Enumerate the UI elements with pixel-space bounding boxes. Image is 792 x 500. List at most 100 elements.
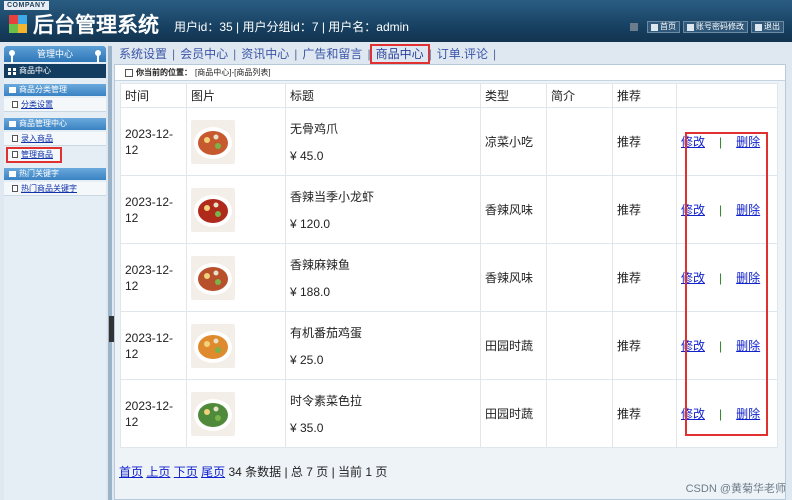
row-recommend: 推荐 — [612, 175, 677, 244]
row-actions: 修改 | 删除 — [676, 175, 778, 244]
edit-link[interactable]: 修改 — [681, 201, 705, 218]
row-recommend: 推荐 — [612, 243, 677, 312]
row-title-cell: 香辣麻辣鱼 ¥ 188.0 — [285, 243, 481, 312]
company-tag: COMPANY — [4, 1, 49, 10]
edit-link[interactable]: 修改 — [681, 269, 705, 286]
product-image — [191, 323, 235, 368]
delete-link[interactable]: 删除 — [736, 133, 760, 150]
table-row: 2023-12-12 香辣麻辣鱼 ¥ 188.0 香辣风味 推荐 修改 | 删除 — [120, 243, 778, 312]
sidebar-section-keywords[interactable]: 热门关键字 — [4, 168, 106, 180]
sidebar-item-hot-keywords[interactable]: 热门商品关键字 — [4, 182, 106, 196]
watermark: CSDN @黄菊华老师 — [685, 483, 786, 495]
row-title-cell: 无骨鸡爪 ¥ 45.0 — [285, 107, 481, 176]
delete-link[interactable]: 删除 — [736, 337, 760, 354]
edit-link[interactable]: 修改 — [681, 133, 705, 150]
tab-system-settings[interactable]: 系统设置 — [114, 45, 172, 63]
sidebar-divider[interactable] — [108, 46, 112, 500]
sidebar-active-module[interactable]: 商品中心 — [4, 64, 106, 78]
home-icon — [651, 23, 658, 31]
row-image-cell — [186, 107, 286, 176]
pin-icon — [95, 50, 101, 63]
table-header-row: 时间 图片 标题 类型 简介 推荐 — [120, 83, 778, 108]
tab-ads-messages[interactable]: 广告和留言 — [297, 45, 367, 63]
action-separator: | — [719, 134, 723, 149]
tab-members[interactable]: 会员中心 — [175, 45, 233, 63]
table-row: 2023-12-12 有机番茄鸡蛋 ¥ 25.0 田园时蔬 推荐 修改 | 删除 — [120, 311, 778, 380]
row-intro — [546, 175, 613, 244]
key-icon — [687, 23, 694, 31]
row-actions: 修改 | 删除 — [676, 243, 778, 312]
row-actions: 修改 | 删除 — [676, 107, 778, 176]
module-tabs: 系统设置 | 会员中心 | 资讯中心 | 广告和留言 | 商品中心 | 订单.评论 | — [112, 44, 792, 64]
row-title-cell: 时令素菜色拉 ¥ 35.0 — [285, 379, 481, 448]
power-icon — [755, 23, 762, 31]
tab-news[interactable]: 资讯中心 — [236, 45, 294, 63]
breadcrumb: 你当前的位置： [商品中心]-[商品列表] — [115, 65, 785, 81]
row-date: 2023-12-12 — [120, 379, 187, 448]
product-price: ¥ 188.0 — [290, 285, 331, 299]
top-header: COMPANY 后台管理系统 用户id：35 | 用户分组id：7 | 用户名：… — [0, 0, 792, 42]
site-title: 后台管理系统 — [33, 13, 159, 37]
checkbox-icon — [125, 68, 133, 77]
product-name: 无骨鸡爪 — [290, 122, 339, 136]
book-icon — [9, 87, 16, 93]
document-icon — [12, 151, 18, 158]
col-actions — [676, 83, 778, 108]
sidebar-item-add-product[interactable]: 录入商品 — [4, 132, 106, 146]
sidebar: 管理中心 商品中心 商品分类管理 分类设置 商品管理中心 录入商品 管理商品 热… — [4, 46, 106, 500]
sidebar-section-products[interactable]: 商品管理中心 — [4, 118, 106, 130]
document-icon — [12, 101, 18, 108]
col-date: 时间 — [120, 83, 187, 108]
delete-link[interactable]: 删除 — [736, 201, 760, 218]
logout-link[interactable]: 退出 — [751, 21, 784, 33]
page-last-link[interactable]: 尾页 — [201, 465, 225, 479]
row-actions: 修改 | 删除 — [676, 379, 778, 448]
change-password-link[interactable]: 账号密码修改 — [683, 21, 748, 33]
table-row: 2023-12-12 无骨鸡爪 ¥ 45.0 凉菜小吃 推荐 修改 | 删除 — [120, 107, 778, 176]
col-title: 标题 — [285, 83, 481, 108]
header-links: 首页 账号密码修改 退出 — [630, 21, 784, 33]
page-next-link[interactable]: 下页 — [174, 465, 198, 479]
row-intro — [546, 379, 613, 448]
delete-link[interactable]: 删除 — [736, 269, 760, 286]
row-type: 凉菜小吃 — [480, 107, 547, 176]
page-summary: 34 条数据 | 总 7 页 | 当前 1 页 — [228, 465, 388, 479]
product-price: ¥ 25.0 — [290, 353, 324, 367]
action-separator: | — [719, 406, 723, 421]
sidebar-item-category-settings[interactable]: 分类设置 — [4, 98, 106, 112]
product-price: ¥ 120.0 — [290, 217, 331, 231]
tab-products[interactable]: 商品中心 — [369, 44, 430, 64]
product-name: 有机番茄鸡蛋 — [290, 326, 363, 340]
table-row: 2023-12-12 香辣当季小龙虾 ¥ 120.0 香辣风味 推荐 修改 | 删除 — [120, 175, 778, 244]
col-recommend: 推荐 — [612, 83, 677, 108]
product-image — [191, 391, 235, 436]
page-prev-link[interactable]: 上页 — [146, 465, 170, 479]
col-image: 图片 — [186, 83, 286, 108]
document-icon — [12, 135, 18, 142]
row-image-cell — [186, 379, 286, 448]
product-table: 时间 图片 标题 类型 简介 推荐 2023-12-12 无骨鸡爪 ¥ 45.0 凉菜… — [120, 83, 778, 448]
row-type: 香辣风味 — [480, 243, 547, 312]
row-recommend: 推荐 — [612, 311, 677, 380]
action-separator: | — [719, 338, 723, 353]
edit-link[interactable]: 修改 — [681, 337, 705, 354]
header-square-icon — [630, 23, 638, 31]
row-intro — [546, 107, 613, 176]
product-image — [191, 119, 235, 164]
action-separator: | — [719, 270, 723, 285]
main-content: 你当前的位置： [商品中心]-[商品列表] 时间 图片 标题 类型 简介 推荐 … — [114, 64, 786, 500]
edit-link[interactable]: 修改 — [681, 405, 705, 422]
row-title-cell: 有机番茄鸡蛋 ¥ 25.0 — [285, 311, 481, 380]
product-price: ¥ 35.0 — [290, 421, 324, 435]
logo-icon — [9, 15, 27, 33]
page-first-link[interactable]: 首页 — [119, 465, 143, 479]
tab-orders-comments[interactable]: 订单.评论 — [432, 45, 493, 63]
product-name: 时令素菜色拉 — [290, 394, 363, 408]
grid-icon — [8, 67, 16, 75]
sidebar-section-category[interactable]: 商品分类管理 — [4, 84, 106, 96]
home-link[interactable]: 首页 — [647, 21, 680, 33]
row-type: 香辣风味 — [480, 175, 547, 244]
action-separator: | — [719, 202, 723, 217]
delete-link[interactable]: 删除 — [736, 405, 760, 422]
sidebar-item-manage-products[interactable]: 管理商品 — [6, 147, 62, 163]
